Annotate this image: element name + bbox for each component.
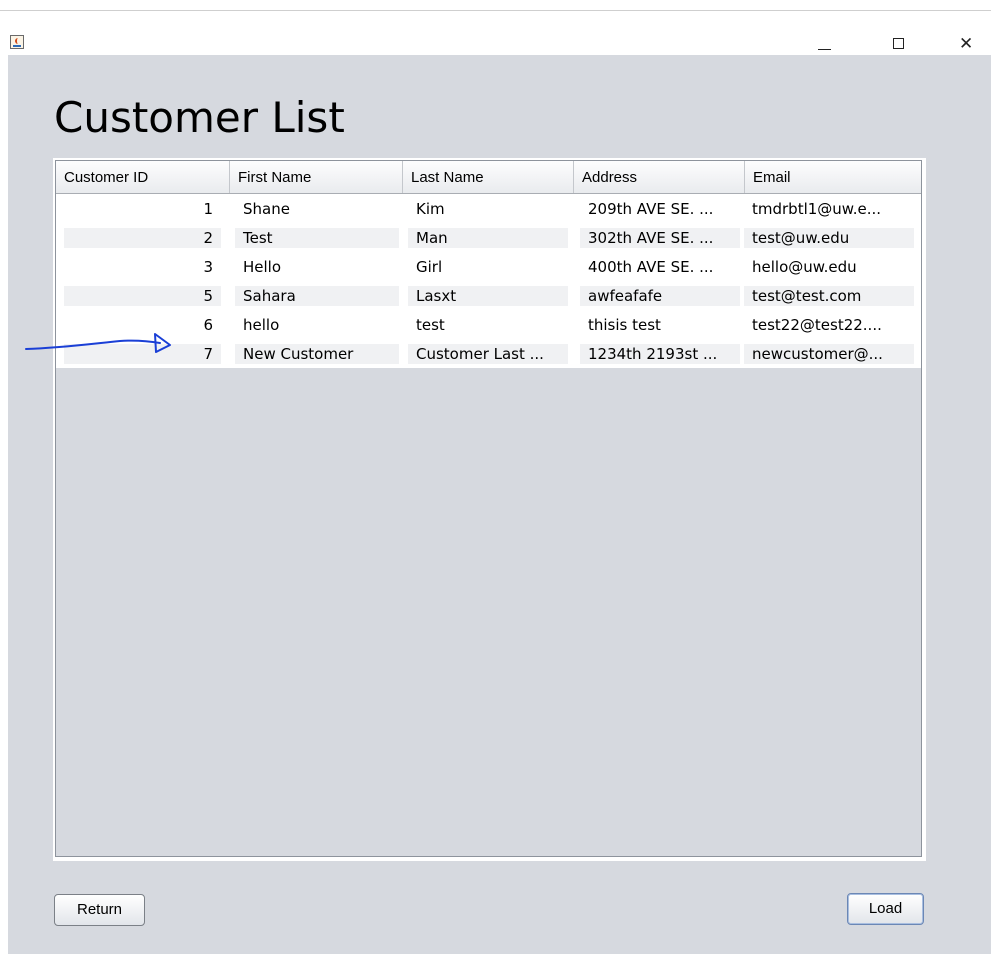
page-title: Customer List bbox=[54, 93, 345, 142]
cell-address: 400th AVE SE. ... bbox=[588, 258, 714, 276]
table-row[interactable]: 6 hello test thisis test test22@test22..… bbox=[56, 310, 921, 339]
load-button[interactable]: Load bbox=[847, 893, 924, 925]
cell-address: 302th AVE SE. ... bbox=[580, 228, 740, 248]
cell-first-name: New Customer bbox=[235, 344, 399, 364]
cell-customer-id: 3 bbox=[203, 258, 213, 276]
column-header-address[interactable]: Address bbox=[574, 161, 745, 193]
cell-customer-id: 6 bbox=[203, 316, 213, 334]
cell-address: thisis test bbox=[588, 316, 661, 334]
cell-address: 1234th 2193st ... bbox=[580, 344, 740, 364]
java-cup-icon bbox=[10, 35, 24, 49]
cell-last-name: Girl bbox=[416, 258, 443, 276]
cell-last-name: Kim bbox=[416, 200, 445, 218]
cell-email: test22@test22.... bbox=[752, 316, 882, 334]
cell-address: 209th AVE SE. ... bbox=[588, 200, 714, 218]
column-header-email[interactable]: Email bbox=[745, 161, 921, 193]
cell-first-name: Shane bbox=[243, 200, 290, 218]
table-row[interactable]: 7 New Customer Customer Last ... 1234th … bbox=[56, 339, 921, 368]
title-bar[interactable]: ✕ bbox=[0, 11, 991, 55]
cell-first-name: hello bbox=[243, 316, 280, 334]
cell-first-name: Hello bbox=[243, 258, 282, 276]
table-row[interactable]: 1 Shane Kim 209th AVE SE. ... tmdrbtl1@u… bbox=[56, 194, 921, 223]
table-header: Customer ID First Name Last Name Address… bbox=[56, 161, 921, 194]
table-row[interactable]: 5 Sahara Lasxt awfeafafe test@test.com bbox=[56, 281, 921, 310]
cell-customer-id: 7 bbox=[64, 344, 221, 364]
cell-first-name: Sahara bbox=[235, 286, 399, 306]
cell-last-name: Man bbox=[408, 228, 568, 248]
cell-first-name: Test bbox=[235, 228, 399, 248]
cell-customer-id: 5 bbox=[64, 286, 221, 306]
column-header-customer-id[interactable]: Customer ID bbox=[56, 161, 230, 193]
cell-email: newcustomer@... bbox=[744, 344, 914, 364]
cell-email: test@test.com bbox=[744, 286, 914, 306]
table-body: 1 Shane Kim 209th AVE SE. ... tmdrbtl1@u… bbox=[56, 194, 921, 368]
cell-customer-id: 1 bbox=[203, 200, 213, 218]
maximize-icon bbox=[893, 38, 904, 49]
column-header-last-name[interactable]: Last Name bbox=[403, 161, 574, 193]
cell-last-name: test bbox=[416, 316, 445, 334]
table-row[interactable]: 3 Hello Girl 400th AVE SE. ... hello@uw.… bbox=[56, 252, 921, 281]
cell-last-name: Customer Last ... bbox=[408, 344, 568, 364]
return-button[interactable]: Return bbox=[54, 894, 145, 926]
table-row[interactable]: 2 Test Man 302th AVE SE. ... test@uw.edu bbox=[56, 223, 921, 252]
cell-email: hello@uw.edu bbox=[752, 258, 857, 276]
cell-last-name: Lasxt bbox=[408, 286, 568, 306]
close-icon: ✕ bbox=[959, 34, 974, 54]
cell-email: test@uw.edu bbox=[744, 228, 914, 248]
cell-address: awfeafafe bbox=[580, 286, 740, 306]
cell-customer-id: 2 bbox=[64, 228, 221, 248]
customer-table-frame: Customer ID First Name Last Name Address… bbox=[53, 158, 926, 861]
minimize-icon bbox=[818, 49, 831, 50]
customer-table[interactable]: Customer ID First Name Last Name Address… bbox=[55, 160, 922, 857]
cell-email: tmdrbtl1@uw.e... bbox=[752, 200, 881, 218]
column-header-first-name[interactable]: First Name bbox=[230, 161, 403, 193]
